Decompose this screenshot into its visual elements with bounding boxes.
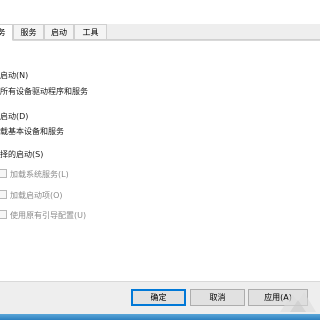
watermark-logo-icon	[280, 292, 316, 312]
diagnostic-startup-option[interactable]: 启动(D)	[0, 111, 28, 122]
taskbar-edge	[0, 314, 320, 320]
selective-startup-option[interactable]: 择的启动(S)	[0, 149, 43, 160]
diagnostic-startup-description: 载基本设备和服务	[0, 127, 64, 136]
tab-content-panel	[0, 40, 320, 282]
tab-startup[interactable]: 启动	[44, 24, 74, 40]
cancel-button[interactable]: 取消	[190, 289, 245, 306]
load-system-services-label: 加载系统服务(L)	[10, 170, 69, 179]
window-top-area	[0, 0, 320, 24]
normal-startup-description: 所有设备驱动程序和服务	[0, 87, 88, 96]
tab-general[interactable]: 务	[0, 24, 13, 41]
tab-baseline	[107, 39, 320, 40]
ok-button[interactable]: 确定	[131, 289, 186, 306]
use-original-boot-checkbox[interactable]	[0, 210, 7, 219]
normal-startup-option[interactable]: 启动(N)	[0, 70, 28, 81]
load-startup-items-checkbox[interactable]	[0, 190, 7, 199]
load-startup-items-label: 加载启动项(O)	[10, 191, 63, 200]
load-system-services-checkbox[interactable]	[0, 169, 7, 178]
tab-services[interactable]: 服务	[13, 24, 44, 40]
use-original-boot-label: 使用原有引导配置(U)	[10, 211, 87, 220]
tab-tools[interactable]: 工具	[74, 24, 107, 40]
